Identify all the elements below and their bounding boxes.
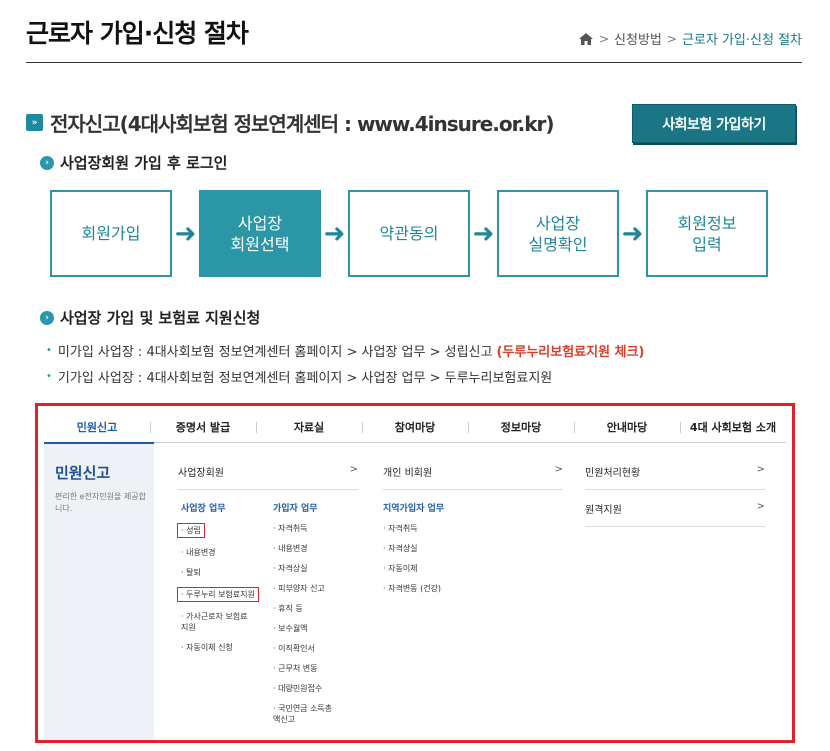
login-heading: › 사업장회원 가입 후 로그인 bbox=[40, 152, 227, 173]
bullet-unregistered: • 미가입 사업장 : 4대사회보험 정보연계센터 홈페이지 > 사업장 업무 … bbox=[46, 341, 644, 360]
nav-item[interactable]: 참여마당 bbox=[362, 419, 468, 435]
list-item[interactable]: · 보수월액 bbox=[273, 623, 338, 634]
list-item[interactable]: · 자동이체 신청 bbox=[181, 642, 259, 653]
chevron-right-icon: > bbox=[598, 31, 610, 46]
website-menu-screenshot: 민원신고 증명서 발급 자료실 참여마당 정보마당 안내마당 4대 사회보험 소… bbox=[35, 403, 795, 743]
nav-item[interactable]: 증명서 발급 bbox=[150, 419, 256, 435]
list-item[interactable]: · 근무처 변동 bbox=[273, 663, 338, 674]
login-heading-text: 사업장회원 가입 후 로그인 bbox=[60, 154, 228, 172]
join-insurance-button[interactable]: 사회보험 가입하기 bbox=[632, 104, 796, 143]
col-head-subscriber: 가입자 업무 bbox=[273, 504, 318, 514]
list-item[interactable]: · 내용변경 bbox=[273, 543, 338, 554]
breadcrumb: > 신청방법 > 근로자 가입·신청 절차 bbox=[578, 29, 802, 48]
nav-item[interactable]: 정보마당 bbox=[468, 419, 574, 435]
chevron-right-icon: > bbox=[554, 464, 563, 475]
section-heading: » 전자신고(4대사회보험 정보연계센터 : www.4insure.or.kr… bbox=[26, 108, 555, 137]
bullet-icon: • bbox=[46, 371, 52, 382]
list-item[interactable]: · 자격변동 (건강) bbox=[383, 583, 441, 594]
business-tasks-list: · 성립 · 내용변경 · 탈퇴 · 두루누리 보험료지원 · 가사근로자 보험… bbox=[177, 523, 259, 662]
site-nav: 민원신고 증명서 발급 자료실 참여마당 정보마당 안내마당 4대 사회보험 소… bbox=[44, 411, 786, 443]
highlight-note: (두루누리보험료지원 체크) bbox=[496, 345, 645, 360]
apply-heading-text: 사업장 가입 및 보험료 지원신청 bbox=[60, 309, 261, 327]
regional-tasks-list: · 자격취득 · 자격상실 · 자동이체 · 자격변동 (건강) bbox=[383, 523, 441, 603]
list-item[interactable]: · 내용변경 bbox=[181, 547, 259, 558]
step-verify-name: 사업장 실명확인 bbox=[497, 190, 619, 277]
section-heading-text: 전자신고(4대사회보험 정보연계센터 : www.4insure.or.kr) bbox=[50, 112, 555, 136]
col-head-regional: 지역가입자 업무 bbox=[383, 504, 445, 514]
step-select-member: 사업장 회원선택 bbox=[199, 190, 321, 277]
list-item[interactable]: · 자격상실 bbox=[383, 543, 441, 554]
menu-description: 편리한 e전자민원을 제공합니다. bbox=[55, 492, 146, 513]
nav-item[interactable]: 4대 사회보험 소개 bbox=[680, 419, 786, 435]
nav-item[interactable]: 자료실 bbox=[256, 419, 362, 435]
bullet-registered: • 기가입 사업장 : 4대사회보험 정보연계센터 홈페이지 > 사업장 업무 … bbox=[46, 371, 553, 386]
list-item[interactable]: · 자격취득 bbox=[273, 523, 338, 534]
list-item[interactable]: · 대량민원접수 bbox=[273, 683, 338, 694]
task-durunuri[interactable]: · 두루누리 보험료지원 bbox=[177, 587, 259, 602]
subscriber-tasks-list: · 자격취득 · 내용변경 · 자격상실 · 피부양자 신고 · 휴직 등 · … bbox=[273, 523, 338, 734]
step-member-info: 회원정보 입력 bbox=[646, 190, 768, 277]
header-divider bbox=[26, 62, 802, 63]
arrow-right-icon: ➜ bbox=[472, 218, 495, 249]
menu-side-panel: 민원신고 편리한 e전자민원을 제공합니다. bbox=[44, 444, 154, 740]
double-chevron-icon: » bbox=[26, 114, 43, 131]
chevron-right-icon: > bbox=[756, 501, 765, 512]
apply-heading: › 사업장 가입 및 보험료 지원신청 bbox=[40, 307, 260, 328]
list-item[interactable]: · 피부양자 신고 bbox=[273, 583, 338, 594]
chevron-right-icon: > bbox=[666, 31, 677, 46]
list-item[interactable]: · 자동이체 bbox=[383, 563, 441, 574]
menu-row-status[interactable]: 민원처리현황 > bbox=[585, 464, 765, 490]
menu-title: 민원신고 bbox=[55, 464, 111, 482]
chevron-circle-icon: › bbox=[40, 310, 54, 325]
home-icon[interactable] bbox=[578, 32, 594, 46]
list-item[interactable]: · 휴직 등 bbox=[273, 603, 338, 614]
task-establish[interactable]: · 성립 bbox=[177, 523, 205, 538]
arrow-right-icon: ➜ bbox=[323, 218, 346, 249]
breadcrumb-item[interactable]: 신청방법 bbox=[614, 29, 662, 48]
nav-item[interactable]: 민원신고 bbox=[44, 419, 150, 435]
chevron-right-icon: > bbox=[349, 464, 358, 475]
arrow-right-icon: ➜ bbox=[174, 218, 197, 249]
chevron-circle-icon: › bbox=[40, 155, 54, 170]
step-agree-terms: 약관동의 bbox=[348, 190, 470, 277]
menu-row-business-member[interactable]: 사업장회원 > bbox=[178, 464, 358, 490]
page-title: 근로자 가입·신청 절차 bbox=[26, 19, 249, 48]
chevron-right-icon: > bbox=[756, 464, 765, 475]
list-item[interactable]: · 가사근로자 보험료지원 bbox=[181, 611, 251, 633]
list-item[interactable]: · 탈퇴 bbox=[181, 567, 259, 578]
breadcrumb-current: 근로자 가입·신청 절차 bbox=[681, 33, 802, 48]
list-item[interactable]: · 자격취득 bbox=[383, 523, 441, 534]
col-head-business: 사업장 업무 bbox=[181, 504, 226, 514]
menu-row-personal[interactable]: 개인 비회원 > bbox=[383, 464, 563, 490]
step-signup: 회원가입 bbox=[50, 190, 172, 277]
signup-flow: 회원가입 ➜ 사업장 회원선택 ➜ 약관동의 ➜ 사업장 실명확인 ➜ 회원정보 입력 bbox=[50, 190, 768, 277]
list-item[interactable]: · 이직확인서 bbox=[273, 643, 338, 654]
list-item[interactable]: · 국민연금 소득총액신고 bbox=[273, 703, 338, 725]
list-item[interactable]: · 자격상실 bbox=[273, 563, 338, 574]
arrow-right-icon: ➜ bbox=[621, 218, 644, 249]
nav-item[interactable]: 안내마당 bbox=[574, 419, 680, 435]
bullet-icon: • bbox=[46, 345, 52, 356]
menu-row-remote[interactable]: 원격지원 > bbox=[585, 501, 765, 527]
